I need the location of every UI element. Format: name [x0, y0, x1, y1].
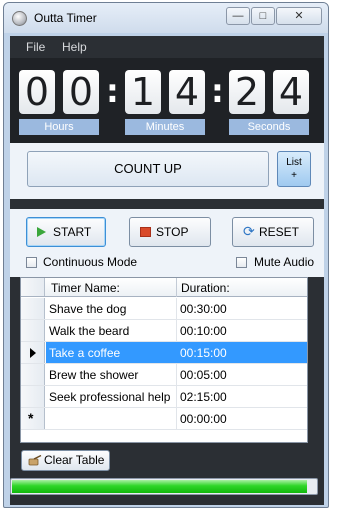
window-title: Outta Timer	[34, 11, 97, 25]
progress-bar	[10, 478, 318, 495]
play-icon	[37, 227, 46, 237]
duration-cell[interactable]: 02:15:00	[180, 390, 227, 404]
mute-audio-label[interactable]: Mute Audio	[254, 255, 314, 269]
duration-cell[interactable]: 00:00:00	[180, 412, 227, 426]
colon-separator: :	[106, 72, 119, 110]
header-timer-name[interactable]: Timer Name:	[51, 281, 120, 295]
clear-table-button[interactable]: Clear Table	[21, 450, 110, 471]
duration-cell[interactable]: 00:30:00	[180, 302, 227, 316]
clear-table-label: Clear Table	[44, 453, 105, 467]
minutes-tens-digit: 1	[125, 70, 161, 114]
minimize-button[interactable]: —	[226, 7, 250, 25]
app-icon	[12, 11, 27, 26]
menu-bar: File Help	[10, 36, 324, 58]
timer-name-cell[interactable]: Seek professional help	[49, 390, 170, 404]
maximize-button[interactable]: □	[251, 7, 275, 25]
table-row-new[interactable]: * 00:00:00	[21, 408, 307, 430]
table-row[interactable]: Walk the beard 00:10:00	[21, 320, 307, 342]
table-row[interactable]: Seek professional help 02:15:00	[21, 386, 307, 408]
duration-cell[interactable]: 00:15:00	[180, 346, 227, 360]
timer-display: 0 0 : 1 4 : 2 4 Hours Minutes Seconds	[10, 58, 324, 143]
continuous-mode-checkbox[interactable]	[26, 257, 37, 268]
timer-name-cell[interactable]: Take a coffee	[49, 346, 120, 360]
reset-label: RESET	[259, 225, 300, 239]
continuous-mode-label[interactable]: Continuous Mode	[43, 255, 137, 269]
cell-divider	[176, 408, 177, 429]
row-header[interactable]	[21, 342, 45, 363]
column-divider[interactable]	[176, 278, 177, 297]
hours-tens-digit: 0	[19, 70, 55, 114]
divider	[10, 199, 324, 209]
minutes-label: Minutes	[125, 119, 205, 135]
row-header[interactable]: *	[21, 408, 45, 429]
row-header[interactable]	[21, 298, 45, 319]
list-add-plus: +	[291, 170, 297, 181]
table-header: Timer Name: Duration:	[21, 278, 307, 297]
cell-divider	[176, 386, 177, 407]
list-add-label: List	[286, 157, 302, 168]
control-panel: COUNT UP List + START STOP ⟳ RESET Conti…	[10, 143, 324, 277]
hours-ones-digit: 0	[63, 70, 99, 114]
seconds-label: Seconds	[229, 119, 309, 135]
colon-separator: :	[211, 72, 224, 110]
minutes-ones-digit: 4	[169, 70, 205, 114]
hours-label: Hours	[19, 119, 99, 135]
broom-icon	[28, 455, 42, 466]
timer-name-cell[interactable]: Walk the beard	[49, 324, 129, 338]
cell-divider	[176, 320, 177, 341]
table-row-selected[interactable]: Take a coffee 00:15:00	[21, 342, 307, 364]
seconds-ones-digit: 4	[273, 70, 309, 114]
current-row-arrow-icon	[30, 348, 36, 358]
title-bar[interactable]: Outta Timer — □ ✕	[4, 3, 328, 33]
cell-divider	[176, 298, 177, 319]
refresh-icon: ⟳	[243, 223, 255, 239]
mode-display[interactable]: COUNT UP	[27, 151, 269, 187]
close-button[interactable]: ✕	[276, 7, 322, 25]
stop-icon	[140, 227, 151, 237]
list-add-button[interactable]: List +	[277, 151, 311, 187]
row-header[interactable]	[21, 320, 45, 341]
start-label: START	[53, 225, 92, 239]
stop-button[interactable]: STOP	[129, 217, 211, 247]
reset-button[interactable]: ⟳ RESET	[232, 217, 314, 247]
row-header-corner	[21, 278, 45, 296]
row-header[interactable]	[21, 386, 45, 407]
timer-table[interactable]: Timer Name: Duration: Shave the dog 00:3…	[20, 277, 308, 443]
progress-fill	[12, 480, 307, 493]
duration-cell[interactable]: 00:10:00	[180, 324, 227, 338]
table-row[interactable]: Shave the dog 00:30:00	[21, 298, 307, 320]
mute-audio-checkbox[interactable]	[236, 257, 247, 268]
row-header[interactable]	[21, 364, 45, 385]
timer-name-cell[interactable]: Shave the dog	[49, 302, 126, 316]
new-row-star-icon: *	[28, 410, 34, 426]
timer-name-cell[interactable]: Brew the shower	[49, 368, 138, 382]
duration-cell[interactable]: 00:05:00	[180, 368, 227, 382]
cell-divider	[176, 364, 177, 385]
start-button[interactable]: START	[26, 217, 106, 247]
header-duration[interactable]: Duration:	[181, 281, 230, 295]
table-row[interactable]: Brew the shower 00:05:00	[21, 364, 307, 386]
menu-file[interactable]: File	[26, 40, 45, 54]
seconds-tens-digit: 2	[229, 70, 265, 114]
stop-label: STOP	[156, 225, 189, 239]
menu-help[interactable]: Help	[62, 40, 87, 54]
